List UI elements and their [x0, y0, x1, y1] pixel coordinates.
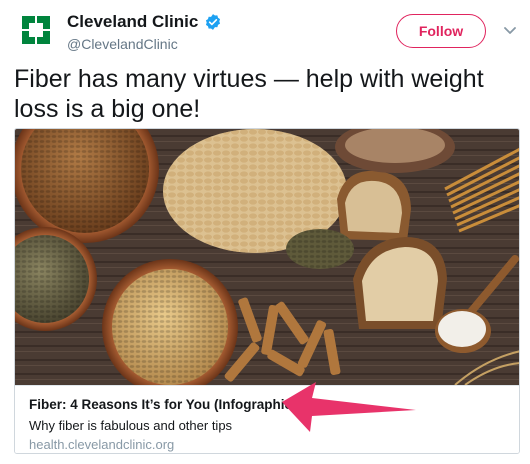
tweet: Cleveland Clinic @ClevelandClinic Follow… [0, 0, 530, 464]
card-domain: health.clevelandclinic.org [29, 437, 175, 452]
cleveland-clinic-logo[interactable] [20, 14, 52, 46]
card-title[interactable]: Fiber: 4 Reasons It’s for You (Infograph… [29, 397, 297, 412]
account-name[interactable]: Cleveland Clinic [67, 12, 198, 32]
follow-button[interactable]: Follow [396, 14, 486, 48]
card-body[interactable]: Fiber: 4 Reasons It’s for You (Infograph… [15, 385, 519, 453]
account-handle[interactable]: @ClevelandClinic [67, 36, 178, 52]
verified-badge-icon [206, 14, 221, 30]
chevron-down-icon[interactable] [502, 22, 518, 38]
card-description: Why fiber is fabulous and other tips [29, 418, 233, 433]
account-name-row[interactable]: Cleveland Clinic [67, 12, 222, 32]
tweet-text: Fiber has many virtues — help with weigh… [14, 65, 484, 123]
card-image[interactable] [15, 129, 520, 385]
arrow-icon [282, 382, 416, 432]
link-card[interactable]: Fiber: 4 Reasons It’s for You (Infograph… [14, 128, 520, 454]
